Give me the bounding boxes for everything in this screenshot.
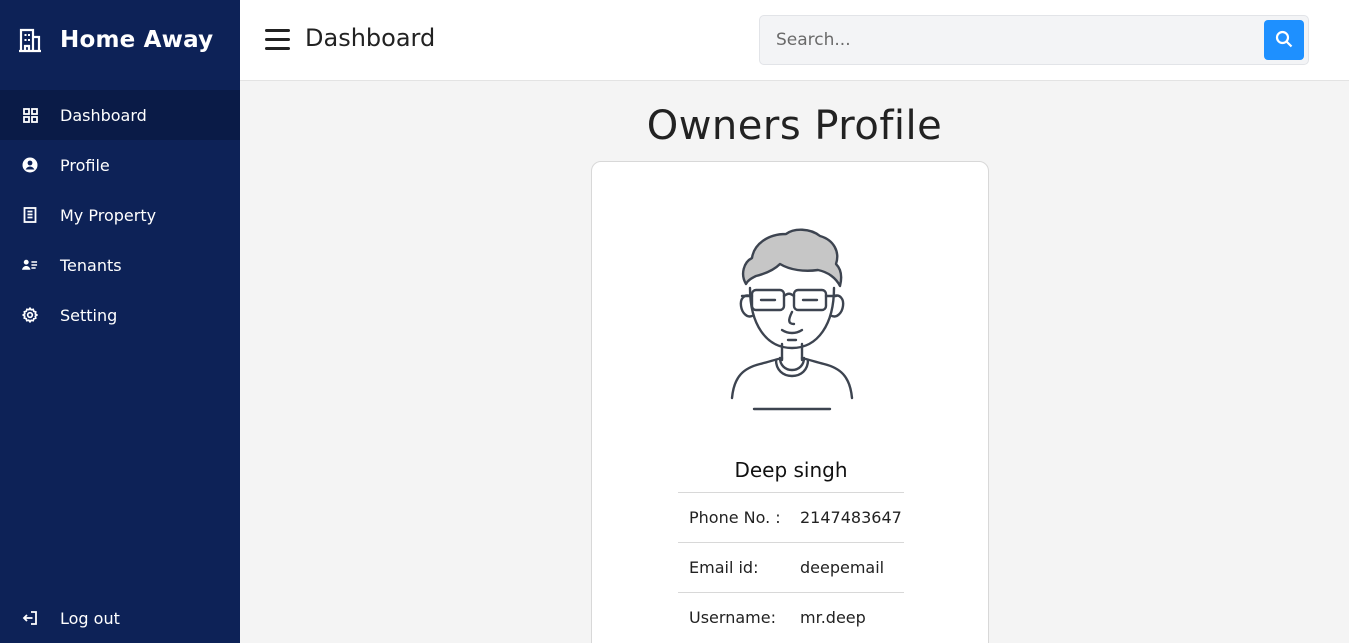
search-button[interactable] [1264, 20, 1304, 60]
building-icon [22, 207, 38, 223]
avatar [728, 226, 856, 411]
profile-info-table: Phone No. : 2147483647 Email id: deepema… [678, 492, 904, 643]
sidebar-item-label: Setting [60, 305, 118, 325]
main-content: Owners Profile Deep singh Phone No.: 21… [240, 81, 1349, 643]
table-row: Phone No. : 2147483647 [678, 492, 904, 543]
hamburger-menu-icon[interactable] [265, 29, 290, 51]
profile-card: Deep singh Phone No. : 2147483647 Email … [591, 161, 989, 643]
sidebar-item-label: Dashboard [60, 105, 147, 125]
table-row: Email id: deepemail [678, 542, 904, 593]
page-title: Dashboard [305, 24, 436, 52]
brand[interactable]: Home Away [0, 0, 240, 80]
sidebar-item-label: My Property [60, 205, 157, 225]
phone-label: Phone No. : [678, 492, 789, 543]
sidebar-item-profile[interactable]: Profile [0, 140, 240, 190]
search-icon [1275, 30, 1293, 51]
logout-label: Log out [60, 608, 120, 628]
users-list-icon [22, 257, 38, 273]
email-label: Email id: [678, 542, 789, 593]
sidebar-item-tenants[interactable]: Tenants [0, 240, 240, 290]
topbar: Dashboard [240, 0, 1349, 81]
email-value: deepemail [789, 542, 904, 593]
search-input[interactable] [760, 16, 1260, 64]
user-circle-icon [22, 157, 38, 173]
username-value: mr.deep [789, 592, 904, 643]
table-row: Username: mr.deep [678, 592, 904, 643]
brand-name: Home Away [60, 27, 214, 53]
grid-icon [22, 107, 38, 123]
search-bar [759, 15, 1309, 65]
owner-name: Deep singh [734, 458, 848, 482]
gear-icon [22, 307, 38, 323]
sidebar-item-label: Tenants [60, 255, 122, 275]
sidebar-nav: Dashboard Profile My Property Tenants Se… [0, 90, 240, 340]
sidebar-item-label: Profile [60, 155, 110, 175]
sidebar-item-my-property[interactable]: My Property [0, 190, 240, 240]
username-label: Username: [678, 592, 789, 643]
sidebar-item-dashboard[interactable]: Dashboard [0, 90, 240, 140]
phone-value: 2147483647 [789, 492, 904, 543]
logout-icon [22, 610, 38, 626]
profile-heading: Owners Profile [646, 103, 943, 149]
sidebar: Home Away Dashboard Profile My Property … [0, 0, 240, 643]
building-icon [18, 27, 42, 53]
logout-button[interactable]: Log out [0, 593, 240, 643]
sidebar-item-setting[interactable]: Setting [0, 290, 240, 340]
